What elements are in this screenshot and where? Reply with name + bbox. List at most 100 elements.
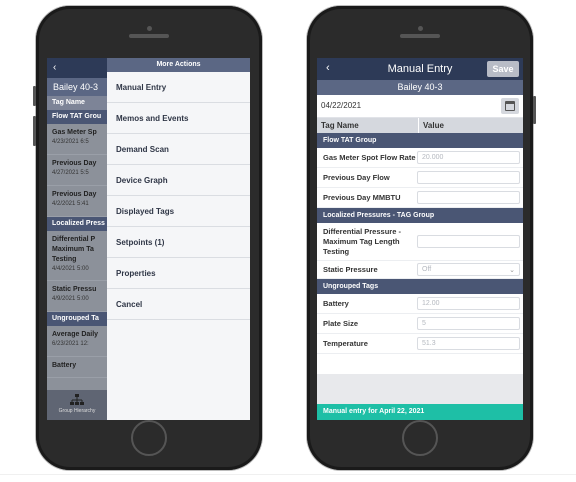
- bg-item-name: Previous Day: [52, 191, 97, 198]
- value-cell: 5: [417, 317, 523, 330]
- bg-list-item: Battery: [47, 357, 107, 378]
- bg-list-item: Static Pressu 4/9/2021 5:00: [47, 281, 107, 312]
- value-cell: [417, 235, 523, 248]
- bg-item-date: 4/4/2021 5:00: [52, 266, 89, 272]
- menu-item-cancel[interactable]: Cancel: [107, 289, 250, 320]
- tag-label: Differential Pressure - Maximum Tag Leng…: [323, 226, 401, 256]
- bg-list-item: Average Daily 6/23/2021 12:: [47, 326, 107, 357]
- value-select[interactable]: Off ⌄: [417, 263, 520, 276]
- menu-item-properties[interactable]: Properties: [107, 258, 250, 289]
- value-cell: 12.00: [417, 297, 523, 310]
- table-row: Previous Day Flow: [317, 168, 523, 188]
- calendar-icon: [505, 101, 515, 111]
- bg-rows: Flow TAT Grou Gas Meter Sp 4/23/2021 6:5 Pr…: [47, 110, 107, 378]
- entry-list: Flow TAT Group Gas Meter Spot Flow Rate 20…: [317, 133, 523, 354]
- tag-label: Battery: [323, 298, 349, 308]
- side-button: [33, 86, 36, 106]
- value-input[interactable]: 20.000: [417, 151, 520, 164]
- tag-label: Gas Meter Spot Flow Rate: [323, 152, 416, 162]
- bg-item-name: Static Pressu: [52, 286, 97, 293]
- value-text: 20.000: [422, 154, 444, 161]
- menu-item-device-graph[interactable]: Device Graph: [107, 165, 250, 196]
- back-icon[interactable]: ‹: [53, 62, 56, 73]
- save-button[interactable]: Save: [487, 61, 519, 77]
- nav-bar: ‹ Manual Entry Save: [317, 58, 523, 80]
- side-button: [533, 96, 536, 124]
- tag-label: Static Pressure: [323, 264, 378, 274]
- speaker: [400, 34, 440, 38]
- bg-item-name: Maximum Ta: [52, 246, 94, 253]
- value-cell: [417, 171, 523, 184]
- group-hierarchy-label: Group Hierarchy: [58, 408, 96, 414]
- hierarchy-icon: [70, 394, 84, 405]
- bg-top-bar: ‹: [47, 58, 107, 78]
- bg-item-date: 4/23/2021 6:5: [52, 139, 89, 145]
- date-row: 04/22/2021: [317, 95, 523, 118]
- menu-item-manual-entry[interactable]: Manual Entry: [107, 72, 250, 103]
- bg-list-item: Gas Meter Sp 4/23/2021 6:5: [47, 124, 107, 155]
- footer-spacer: [317, 374, 523, 404]
- value-cell: 51.3: [417, 337, 523, 350]
- divider: [0, 474, 576, 475]
- bg-column-header: Tag Name: [47, 96, 107, 110]
- value-cell: [417, 191, 523, 204]
- bg-item-name: Average Daily: [52, 331, 99, 338]
- group-header: Localized Pressures - TAG Group: [317, 208, 523, 223]
- value-text: 12.00: [422, 300, 440, 307]
- background-app: ‹ Bailey 40-3 Tag Name Flow TAT Grou Gas …: [47, 58, 107, 420]
- tag-label: Temperature: [323, 338, 368, 348]
- left-screen: ‹ Bailey 40-3 Tag Name Flow TAT Grou Gas …: [47, 58, 250, 420]
- group-hierarchy-button[interactable]: Group Hierarchy: [47, 390, 107, 420]
- value-cell: Off ⌄: [417, 263, 523, 276]
- bg-item-name: Differential P: [52, 236, 96, 243]
- tag-label: Previous Day MMBTU: [323, 192, 401, 202]
- bg-group-header: Localized Press: [47, 217, 107, 231]
- left-phone: ‹ Bailey 40-3 Tag Name Flow TAT Grou Gas …: [33, 6, 262, 470]
- value-input[interactable]: [417, 191, 520, 204]
- calendar-button[interactable]: [501, 98, 519, 114]
- value-input[interactable]: [417, 171, 520, 184]
- tag-label: Plate Size: [323, 318, 359, 328]
- table-row: Previous Day MMBTU: [317, 188, 523, 208]
- value-input[interactable]: 51.3: [417, 337, 520, 350]
- menu-item-setpoints[interactable]: Setpoints (1): [107, 227, 250, 258]
- bg-item-name: Gas Meter Sp: [52, 129, 97, 136]
- right-phone: ‹ Manual Entry Save Bailey 40-3 04/22/20…: [307, 6, 536, 470]
- bg-title: Bailey 40-3: [47, 78, 107, 96]
- bg-item-date: 4/9/2021 5:00: [52, 296, 89, 302]
- group-header: Ungrouped Tags: [317, 279, 523, 294]
- value-text: Off: [422, 266, 432, 273]
- value-input[interactable]: 12.00: [417, 297, 520, 310]
- home-button[interactable]: [402, 420, 438, 456]
- home-button[interactable]: [131, 420, 167, 456]
- group-header: Flow TAT Group: [317, 133, 523, 148]
- bg-list-item: Previous Day 4/2/2021 5:41: [47, 186, 107, 217]
- value-input[interactable]: 5: [417, 317, 520, 330]
- date-input[interactable]: 04/22/2021: [321, 101, 361, 110]
- bg-item-date: 4/27/2021 5:5: [52, 170, 89, 176]
- right-screen: ‹ Manual Entry Save Bailey 40-3 04/22/20…: [317, 58, 523, 420]
- column-tag-name: Tag Name: [317, 118, 419, 133]
- value-text: 51.3: [422, 340, 436, 347]
- column-header: Tag Name Value: [317, 118, 523, 133]
- camera: [418, 26, 423, 31]
- bg-list-item: Previous Day 4/27/2021 5:5: [47, 155, 107, 186]
- bg-item-date: 4/2/2021 5:41: [52, 201, 89, 207]
- menu-item-displayed-tags[interactable]: Displayed Tags: [107, 196, 250, 227]
- speaker: [129, 34, 169, 38]
- menu-item-demand-scan[interactable]: Demand Scan: [107, 134, 250, 165]
- value-cell: 20.000: [417, 151, 523, 164]
- table-row: Differential Pressure - Maximum Tag Leng…: [317, 223, 523, 261]
- bg-group-header: Flow TAT Grou: [47, 110, 107, 124]
- menu-item-memos-and-events[interactable]: Memos and Events: [107, 103, 250, 134]
- column-value: Value: [423, 121, 444, 130]
- table-row: Temperature 51.3: [317, 334, 523, 354]
- table-row: Gas Meter Spot Flow Rate 20.000: [317, 148, 523, 168]
- tag-label: Previous Day Flow: [323, 172, 390, 182]
- more-actions-menu: More Actions Manual Entry Memos and Even…: [107, 58, 250, 420]
- table-row: Plate Size 5: [317, 314, 523, 334]
- device-subtitle: Bailey 40-3: [317, 80, 523, 95]
- value-input[interactable]: [417, 235, 520, 248]
- camera: [147, 26, 152, 31]
- bg-item-date: 6/23/2021 12:: [52, 341, 89, 347]
